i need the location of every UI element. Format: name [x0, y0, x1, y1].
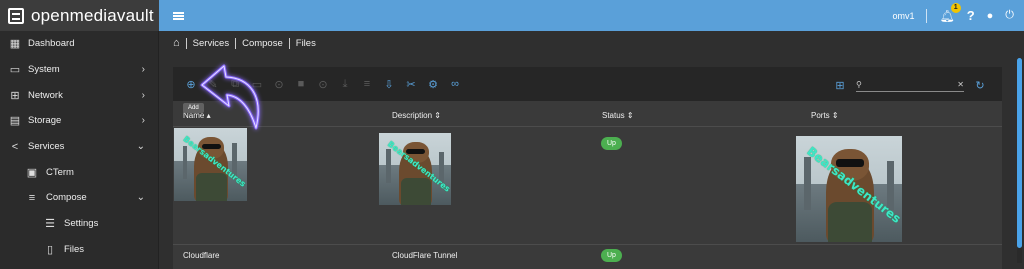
divider: [235, 37, 237, 49]
breadcrumb: ⌂ Services Compose Files: [173, 35, 316, 51]
table-header: Name ▴ Description ⇕ Status ⇕ Ports ⇕: [173, 103, 1002, 127]
chevron-down-icon: ⌄: [136, 141, 145, 153]
sidebar-item-services[interactable]: < Services ⌄: [0, 134, 159, 160]
sort-icon: ⇕: [626, 111, 634, 120]
column-header-ports[interactable]: Ports ⇕: [811, 111, 839, 120]
sidebar-item-label: Network: [28, 89, 63, 101]
search-field[interactable]: ⚲ ✕: [856, 78, 964, 92]
sidebar-item-system[interactable]: ▭ System ›: [0, 57, 159, 83]
status-badge: Up: [601, 249, 622, 262]
sort-icon: ⇕: [831, 111, 839, 120]
file-icon: ▯: [46, 243, 54, 256]
bell-icon[interactable]: 🔔︎ 1: [939, 2, 961, 23]
status-cell: Up: [601, 249, 622, 262]
compose-icon: ≡: [28, 191, 36, 204]
sidebar-item-label: Services: [28, 141, 65, 153]
status-badge: Up: [601, 137, 622, 150]
scrollbar[interactable]: [1017, 58, 1022, 263]
sidebar-item-settings[interactable]: ☰ Settings: [0, 211, 159, 237]
sidebar-item-cterm[interactable]: ▣ CTerm: [0, 159, 159, 185]
sidebar-item-network[interactable]: ⊞ Network ›: [0, 82, 159, 108]
table-icon[interactable]: ⊞: [830, 75, 850, 95]
down-icon[interactable]: ⊙: [313, 74, 333, 94]
chevron-down-icon: ⌄: [136, 192, 145, 204]
sidebar-item-dashboard[interactable]: ▦ Dashboard: [0, 31, 159, 57]
grid-icon: ▦: [9, 38, 21, 51]
power-icon[interactable]: ⏻: [1005, 9, 1014, 22]
sidebar-nav: ▦ Dashboard ▭ System › ⊞ Network › ▤ Sto…: [0, 31, 159, 262]
sidebar-item-label: Settings: [64, 218, 99, 230]
search-icon: ⚲: [856, 80, 862, 89]
sidebar-item-files[interactable]: ▯ Files: [0, 237, 159, 263]
breadcrumb-services[interactable]: Services: [193, 38, 229, 49]
column-label: Ports: [811, 111, 830, 120]
refresh-icon[interactable]: ↻: [970, 75, 990, 95]
sidebar-item-compose[interactable]: ≡ Compose ⌄: [0, 185, 159, 211]
search-input[interactable]: [867, 80, 958, 89]
notification-badge: 1: [950, 2, 961, 13]
divider: [288, 37, 290, 49]
annotation-arrow-icon: [200, 64, 260, 130]
table-row[interactable]: Bearsadventures Bearsadventures Up Bears…: [173, 128, 1002, 244]
storage-icon: ▤: [9, 115, 21, 128]
toolbar: ⊕ ✎ ⧉ ▭ ⊙ ■ ⊙ ⤓ ≡ ⇩ ✂ ⚙ ∞ ⊞ ⚲ ✕ ↻: [173, 67, 1002, 101]
column-label: Status: [602, 111, 625, 120]
network-icon: ⊞: [10, 89, 20, 102]
top-bar-actions: omv1 🔔︎ 1 ? ● ⏻: [892, 0, 1014, 31]
column-label: Description: [392, 111, 433, 120]
scissors-icon[interactable]: ✂: [401, 74, 421, 94]
sidebar-item-label: CTerm: [46, 166, 74, 178]
sort-icon: ⇕: [434, 111, 441, 120]
sidebar-item-label: Storage: [28, 115, 62, 127]
chevron-right-icon: ›: [141, 64, 145, 76]
user-icon[interactable]: ●: [987, 10, 994, 22]
brand-name: openmediavault: [31, 5, 154, 25]
sidebar: openmediavault ▦ Dashboard ▭ System › ⊞ …: [0, 0, 159, 269]
sidebar-item-storage[interactable]: ▤ Storage ›: [0, 108, 159, 134]
pull-icon[interactable]: ⤓: [335, 74, 355, 94]
scrollbar-thumb[interactable]: [1017, 58, 1022, 248]
sidebar-item-label: Dashboard: [28, 38, 75, 50]
sliders-icon: ☰: [45, 218, 55, 231]
sidebar-item-label: Files: [64, 243, 85, 255]
link-icon[interactable]: ∞: [445, 74, 465, 94]
terminal-icon: ▣: [26, 166, 38, 179]
list-icon[interactable]: ≡: [357, 74, 377, 94]
divider: [185, 37, 187, 49]
home-icon[interactable]: ⌂: [173, 37, 180, 49]
sidebar-item-label: System: [28, 64, 60, 76]
divider: [926, 8, 928, 23]
files-panel: ⊕ ✎ ⧉ ▭ ⊙ ■ ⊙ ⤓ ≡ ⇩ ✂ ⚙ ∞ ⊞ ⚲ ✕ ↻ Name ▴…: [173, 67, 1002, 269]
search-area: ⊞ ⚲ ✕ ↻: [830, 75, 990, 95]
share-icon: <: [11, 140, 19, 153]
import-icon[interactable]: ⇩: [379, 74, 399, 94]
watermark-image: Bearsadventures: [379, 133, 451, 205]
clear-icon[interactable]: ✕: [957, 80, 964, 89]
chevron-right-icon: ›: [141, 115, 145, 127]
top-bar: omv1 🔔︎ 1 ? ● ⏻: [159, 0, 1024, 31]
omv-logo-icon: [8, 7, 24, 24]
help-icon[interactable]: ?: [967, 8, 975, 23]
name-cell: Cloudflare: [183, 251, 220, 260]
table-row[interactable]: Cloudflare CloudFlare Tunnel Up: [173, 245, 1002, 269]
hostname: omv1: [892, 10, 915, 21]
menu-icon[interactable]: [173, 11, 184, 20]
column-header-status[interactable]: Status ⇕: [602, 111, 634, 120]
settings-icon[interactable]: ⚙: [423, 74, 443, 94]
breadcrumb-files: Files: [295, 37, 316, 49]
status-cell: Up: [601, 137, 622, 150]
description-cell: CloudFlare Tunnel: [392, 251, 458, 260]
chevron-right-icon: ›: [141, 89, 145, 101]
watermark-image: Bearsadventures: [796, 136, 902, 242]
stop-icon[interactable]: ■: [291, 74, 311, 94]
laptop-icon: ▭: [9, 64, 21, 77]
sidebar-item-label: Compose: [46, 192, 87, 204]
brand[interactable]: openmediavault: [0, 0, 159, 31]
column-header-description[interactable]: Description ⇕: [392, 111, 441, 120]
breadcrumb-compose[interactable]: Compose: [242, 38, 283, 49]
